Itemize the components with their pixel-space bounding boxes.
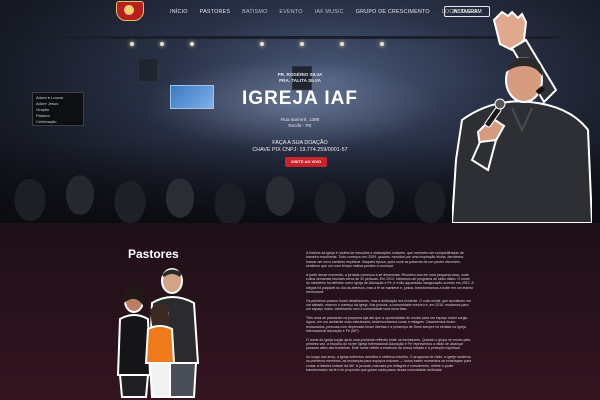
speaker [138,58,158,82]
logo-emblem [124,5,134,15]
nav-link-pastores[interactable]: PASTORES [200,9,230,15]
stage-light [340,42,344,46]
history-paragraph: O nome da igreja surgiu após uma profund… [306,337,471,351]
stage-light [130,42,134,46]
hero-banner: Adore e Louvor Adore Jesus Oração Palavr… [0,0,600,223]
nav-link-evento[interactable]: EVENTO [279,9,302,15]
pastors-section: Pastores A história da igreja é repleta … [0,223,600,400]
hero-title: IGREJA IAF [242,88,358,109]
pastor-family-photo [116,268,200,398]
donation-info: FAÇA A SUA DOAÇÃO CHAVE PIX CNPJ: 19.774… [225,140,375,154]
nav-link-batismo[interactable]: BATISMO [242,9,267,15]
nav-link-inicio[interactable]: INÍCIO [170,9,188,15]
wall-sign: Adore e Louvor Adore Jesus Oração Palavr… [32,92,84,126]
donation-heading: FAÇA A SUA DOAÇÃO [272,140,328,146]
pastor-name-2: PRA. TALITA SILVA [279,78,321,83]
stage-light [260,42,264,46]
nav-links: INÍCIO PASTORES BATISMO EVENTO IAF MUSIC… [170,9,478,15]
pastor-preaching-photo [452,10,592,223]
stage-light [300,42,304,46]
history-paragraph: Ao longo dos anos, a igreja enfrentou de… [306,354,472,372]
stage-light [190,42,194,46]
church-address: Rua Itarirerê, 1388 Recife - PE [240,117,360,129]
history-paragraph: A partir desse momento, a jornada começo… [306,272,474,295]
nav-link-grupo-de-crescimento[interactable]: GRUPO DE CRESCIMENTO [356,9,430,15]
history-paragraph: Os primeiros passos foram desafiadores, … [306,298,471,312]
pix-key: CHAVE PIX CNPJ: 19.774.259/0001-57 [252,147,348,153]
history-paragraph: A história da igreja é repleta de emoçõe… [306,251,464,269]
instagram-button[interactable]: INSTAGRAM [444,6,490,17]
address-city: Recife - PE [288,123,312,128]
nav-link-iaf-music[interactable]: IAF MUSIC [315,9,344,15]
stage-light [160,42,164,46]
sign-line: Celebração [36,119,57,124]
section-title: Pastores [128,247,179,261]
top-navigation: INÍCIO PASTORES BATISMO EVENTO IAF MUSIC… [0,0,600,24]
history-text: A história da igreja é repleta de emoçõe… [306,251,474,376]
hero-pastor-names: PR. ROGÉRIO SILVA PRA. TALITA SILVA [240,72,360,84]
church-crest-logo[interactable] [116,1,144,21]
watch-live-button[interactable]: VISITE AO VIVO [285,157,327,167]
history-paragraph: Três anos se passaram na pequena loja at… [306,315,469,334]
stage-light [380,42,384,46]
